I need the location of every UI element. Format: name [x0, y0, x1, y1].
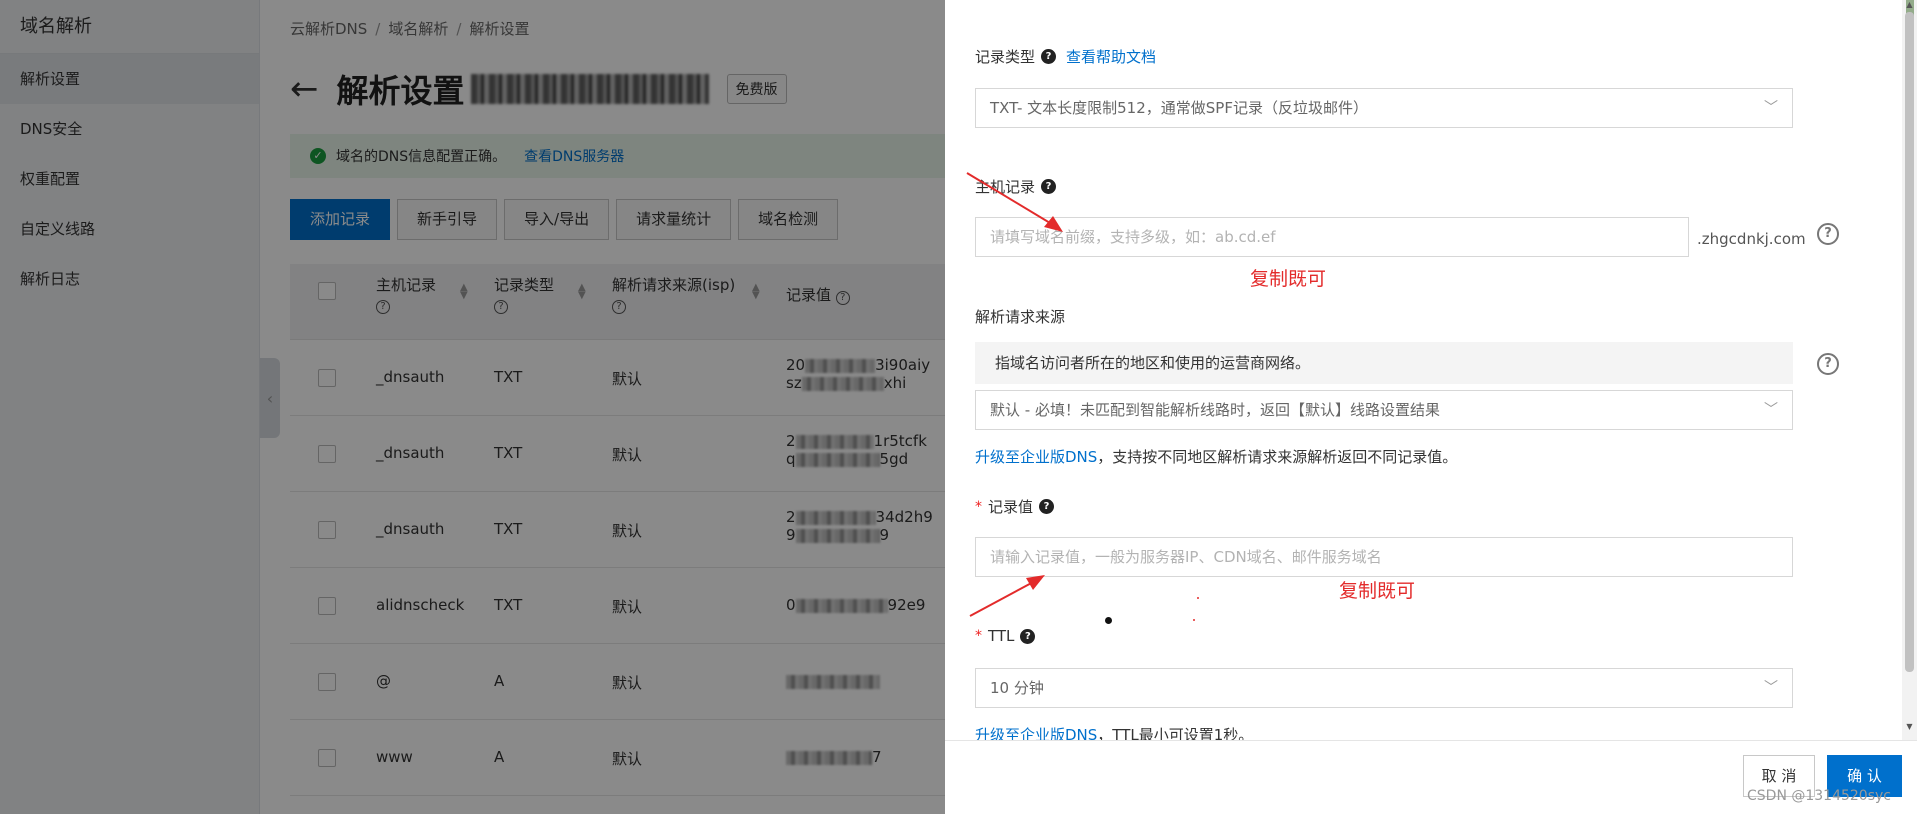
scroll-down-icon[interactable]: ▼ [1904, 722, 1915, 732]
arrow-head-icon [1044, 216, 1063, 232]
csdn-watermark: CSDN @1314520syc [1747, 788, 1891, 804]
add-record-drawer: 记录类型 ? 查看帮助文档 TXT- 文本长度限制512，通常做SPF记录（反垃… [945, 0, 1917, 814]
scrollbar-thumb[interactable] [1905, 12, 1914, 672]
annotation-arrows [966, 172, 1063, 617]
arrow-head-icon [1026, 575, 1045, 590]
annotation-arrow-value [969, 579, 1038, 617]
annotation-arrow-host [966, 172, 1056, 227]
scroll-up-icon[interactable]: ▲ [1904, 0, 1915, 9]
modal-overlay[interactable] [0, 0, 945, 814]
